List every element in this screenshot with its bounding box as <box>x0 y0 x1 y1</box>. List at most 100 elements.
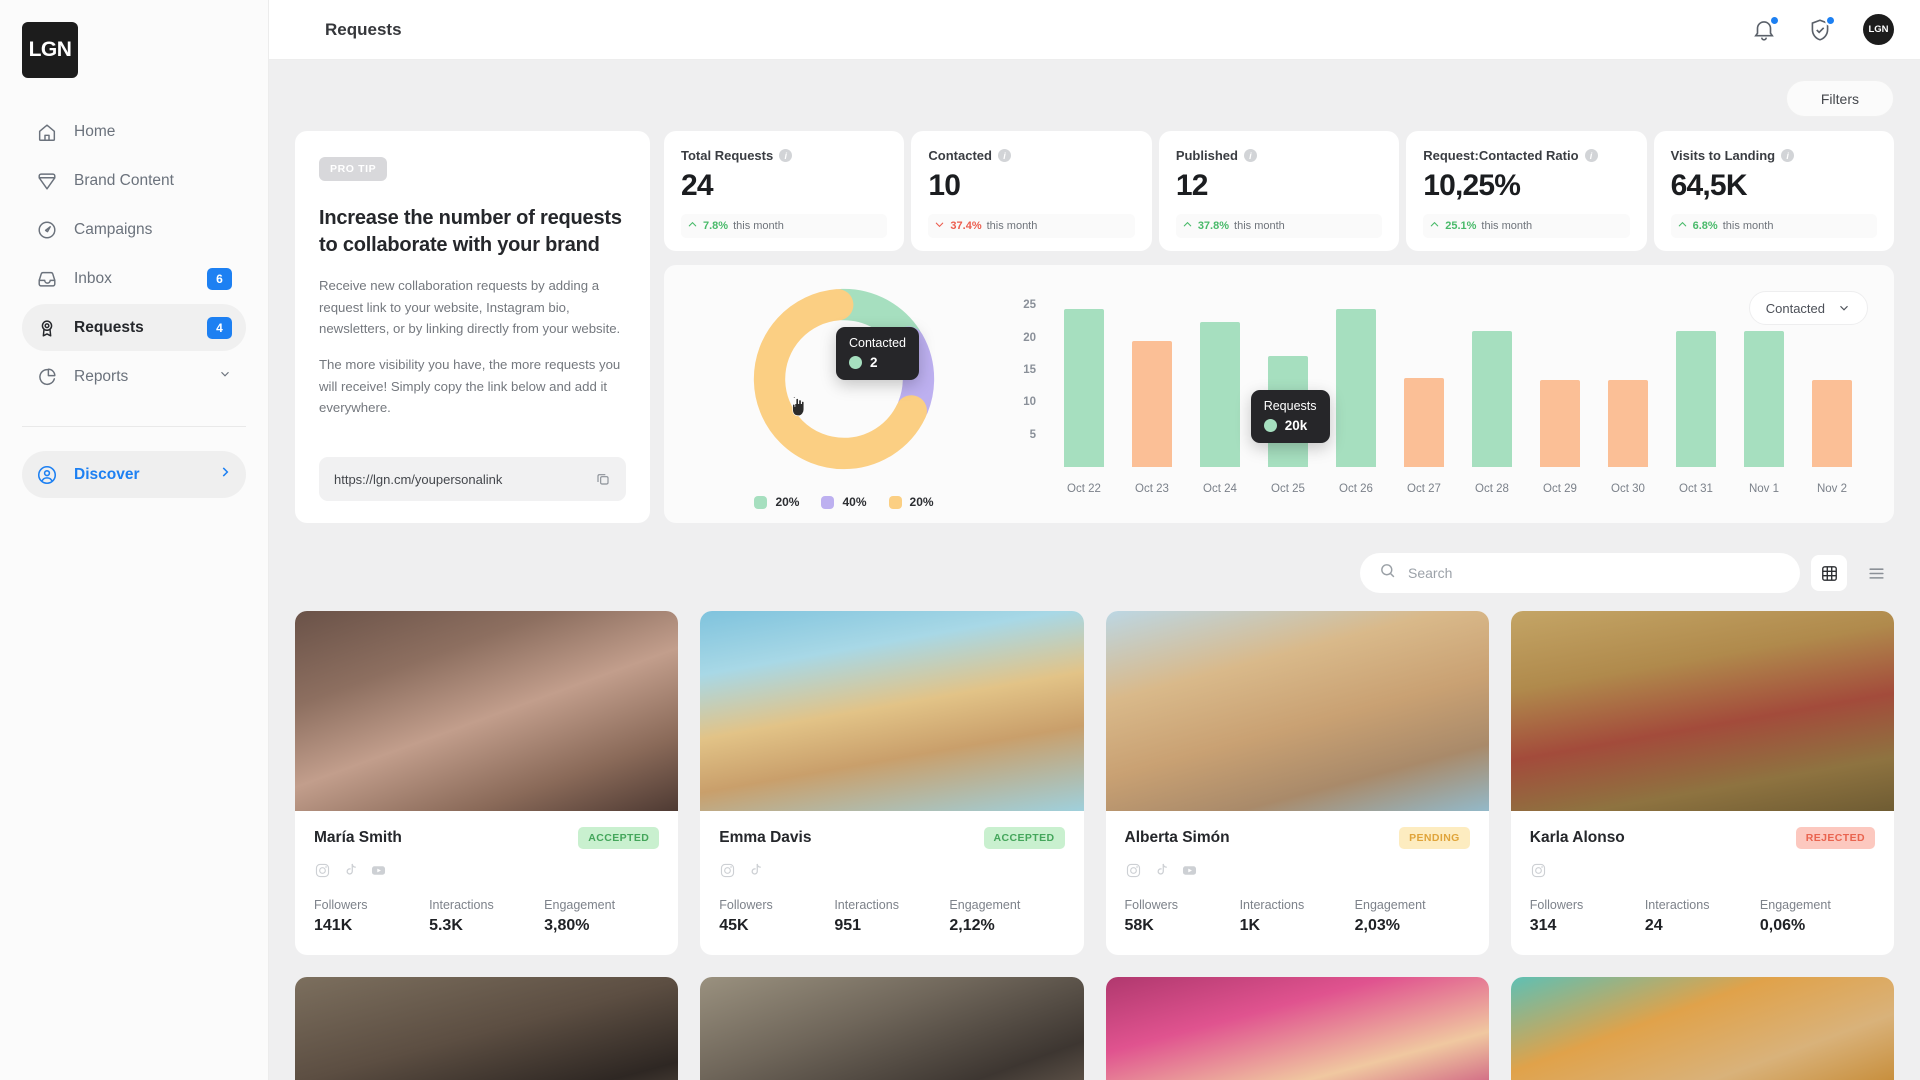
bar[interactable] <box>1744 331 1784 467</box>
influencer-photo <box>700 977 1083 1080</box>
bar-column[interactable] <box>1662 299 1730 467</box>
trend-up-icon <box>1429 219 1440 233</box>
filters-button[interactable]: Filters <box>1786 80 1894 117</box>
bar[interactable] <box>1064 309 1104 467</box>
x-axis-label: Oct 31 <box>1662 483 1730 495</box>
instagram-icon[interactable] <box>719 862 736 879</box>
avatar[interactable]: LGN <box>1863 14 1894 45</box>
list-view-icon[interactable] <box>1858 555 1894 591</box>
bar[interactable] <box>1676 331 1716 467</box>
tiktok-icon[interactable] <box>1153 862 1170 879</box>
bar-column[interactable] <box>1322 299 1390 467</box>
influencer-metrics: Followers45KInteractions951Engagement2,1… <box>719 898 1064 935</box>
info-icon[interactable]: i <box>998 149 1011 162</box>
x-axis-label: Oct 27 <box>1390 483 1458 495</box>
info-icon[interactable]: i <box>1781 149 1794 162</box>
kpi-label: Visits to Landing <box>1671 148 1776 163</box>
personal-link-box[interactable]: https://lgn.cm/youpersonalink <box>319 457 626 501</box>
bar-column[interactable] <box>1526 299 1594 467</box>
instagram-icon[interactable] <box>1530 862 1547 879</box>
shield-check-icon[interactable] <box>1807 17 1833 43</box>
chevron-down-icon[interactable] <box>218 367 232 386</box>
sidebar-item-reports[interactable]: Reports <box>22 353 246 400</box>
influencer-card[interactable]: Alberta SimónPENDINGFollowers58KInteract… <box>1106 611 1489 955</box>
bar[interactable] <box>1812 380 1852 467</box>
youtube-icon[interactable] <box>370 862 387 879</box>
sidebar-item-brand-content[interactable]: Brand Content <box>22 157 246 204</box>
bar[interactable] <box>1608 380 1648 467</box>
metric-value: 3,80% <box>544 917 659 935</box>
sidebar-item-requests[interactable]: Requests4 <box>22 304 246 351</box>
kpi-delta: 25.1%this month <box>1423 214 1629 238</box>
bar-tooltip: Requests 20k <box>1251 390 1330 443</box>
kpi-card: Visits to Landingi64,5K6.8%this month <box>1654 131 1894 251</box>
influencer-photo <box>700 611 1083 811</box>
influencer-card[interactable] <box>1106 977 1489 1080</box>
sidebar-item-label: Inbox <box>74 270 191 288</box>
influencer-card[interactable]: Emma DavisACCEPTEDFollowers45KInteractio… <box>700 611 1083 955</box>
influencer-card[interactable] <box>700 977 1083 1080</box>
info-icon[interactable]: i <box>1244 149 1257 162</box>
metric-value: 1K <box>1240 917 1355 935</box>
tiktok-icon[interactable] <box>342 862 359 879</box>
series-selector[interactable]: Contacted <box>1749 291 1868 325</box>
metric-engagement: Engagement2,03% <box>1355 898 1470 935</box>
bar[interactable] <box>1472 331 1512 467</box>
metric-interactions: Interactions951 <box>834 898 949 935</box>
sidebar-item-discover[interactable]: Discover <box>22 451 246 498</box>
influencer-card[interactable]: Karla AlonsoREJECTEDFollowers314Interact… <box>1511 611 1894 955</box>
metric-value: 2,03% <box>1355 917 1470 935</box>
influencer-grid-row-2 <box>295 977 1894 1080</box>
social-icons <box>1125 862 1470 879</box>
bar[interactable] <box>1200 322 1240 467</box>
influencer-photo <box>1106 611 1489 811</box>
kpi-value: 24 <box>681 169 887 203</box>
metric-label: Followers <box>314 898 429 912</box>
gauge-icon <box>36 219 58 241</box>
influencer-card[interactable] <box>295 977 678 1080</box>
bar-column[interactable] <box>1050 299 1118 467</box>
series-selector-label: Contacted <box>1766 301 1825 316</box>
bar-column[interactable] <box>1594 299 1662 467</box>
search-input[interactable] <box>1408 565 1781 581</box>
info-icon[interactable]: i <box>1585 149 1598 162</box>
sidebar-item-home[interactable]: Home <box>22 108 246 155</box>
y-axis-tick: 10 <box>1023 396 1036 408</box>
top-bar: Requests LGN <box>269 0 1920 60</box>
bar[interactable] <box>1404 378 1444 467</box>
influencer-grid: María SmithACCEPTEDFollowers141KInteract… <box>295 611 1894 955</box>
info-icon[interactable]: i <box>779 149 792 162</box>
bar[interactable] <box>1540 380 1580 467</box>
bar-tooltip-value: 20k <box>1285 418 1308 433</box>
bar[interactable] <box>1336 309 1376 467</box>
influencer-card[interactable]: María SmithACCEPTEDFollowers141KInteract… <box>295 611 678 955</box>
instagram-icon[interactable] <box>1125 862 1142 879</box>
influencer-card[interactable] <box>1511 977 1894 1080</box>
metric-followers: Followers45K <box>719 898 834 935</box>
overview-section: PRO TIP Increase the number of requests … <box>295 131 1894 523</box>
sidebar-item-campaigns[interactable]: Campaigns <box>22 206 246 253</box>
copy-icon[interactable] <box>595 471 611 487</box>
bar-column[interactable] <box>1186 299 1254 467</box>
kpi-value: 12 <box>1176 169 1382 203</box>
tiktok-icon[interactable] <box>747 862 764 879</box>
donut-tooltip-swatch <box>849 356 862 369</box>
bar-column[interactable] <box>1390 299 1458 467</box>
influencer-details: Emma DavisACCEPTEDFollowers45KInteractio… <box>700 811 1083 955</box>
bar-column[interactable] <box>1118 299 1186 467</box>
brand-logo[interactable]: LGN <box>22 22 78 78</box>
search-box[interactable] <box>1360 553 1800 593</box>
sidebar-item-label: Requests <box>74 319 191 337</box>
grid-view-icon[interactable] <box>1811 555 1847 591</box>
bell-icon[interactable] <box>1751 17 1777 43</box>
instagram-icon[interactable] <box>314 862 331 879</box>
bar-column[interactable] <box>1458 299 1526 467</box>
topbar-actions: LGN <box>1751 14 1894 45</box>
metric-value: 141K <box>314 917 429 935</box>
influencer-name: Emma Davis <box>719 829 811 847</box>
metric-value: 45K <box>719 917 834 935</box>
sidebar-item-inbox[interactable]: Inbox6 <box>22 255 246 302</box>
bar[interactable] <box>1132 341 1172 467</box>
kpi-delta-suffix: this month <box>1481 220 1532 232</box>
youtube-icon[interactable] <box>1181 862 1198 879</box>
